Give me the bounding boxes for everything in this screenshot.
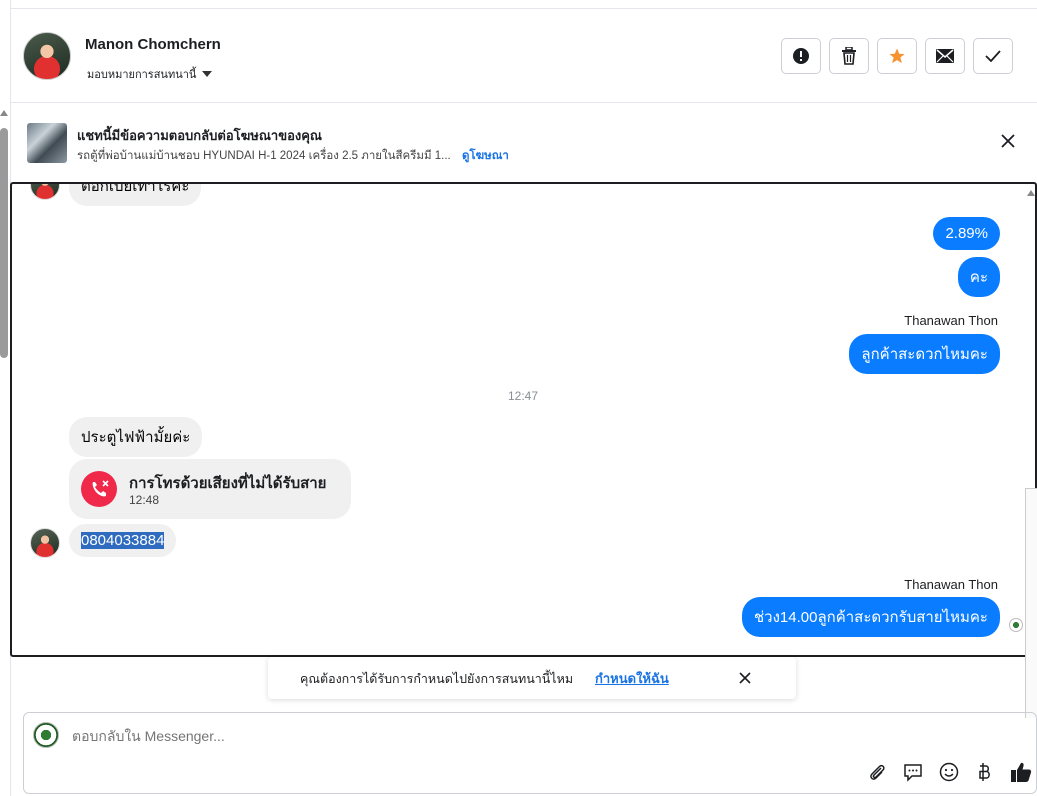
contact-avatar[interactable]	[23, 32, 71, 80]
assign-to-me-link[interactable]: กำหนดให้ฉัน	[595, 668, 669, 689]
contact-name[interactable]: Manon Chomchern	[85, 36, 221, 53]
missed-call-card[interactable]: การโทรด้วยเสียงที่ไม่ได้รับสาย 12:48	[69, 459, 351, 519]
scroll-up-arrow-icon[interactable]	[1027, 190, 1035, 196]
attach-button[interactable]	[866, 761, 888, 783]
message-bubble-incoming[interactable]: 0804033884	[69, 524, 177, 557]
missed-call-time: 12:48	[129, 493, 160, 507]
ad-description: รถตู้ที่พ่อบ้านแม่บ้านชอบ HYUNDAI H-1 20…	[77, 150, 451, 162]
close-icon[interactable]	[738, 671, 752, 685]
contact-avatar-small	[30, 184, 60, 200]
check-icon	[985, 50, 1001, 62]
assign-suggestion-toast: คุณต้องการได้รับการกำหนดไปยังการสนทนานี้…	[268, 657, 796, 699]
composer-tools	[866, 761, 1032, 783]
chat-bubble-icon	[904, 764, 922, 782]
message-timestamp: 12:47	[508, 389, 539, 403]
message-bubble-outgoing[interactable]: ช่วง14.00ลูกค้าสะดวกรับสายไหมคะ	[741, 597, 1000, 637]
star-button[interactable]	[877, 38, 917, 74]
mark-unread-button[interactable]	[925, 38, 965, 74]
message-bubble-incoming[interactable]: ประตูไฟฟ้ามั้ยค่ะ	[69, 417, 203, 457]
thumbs-up-icon	[1011, 762, 1032, 782]
baht-icon	[979, 763, 990, 781]
assign-label: มอบหมายการสนทนานี้	[87, 69, 197, 81]
emoji-icon	[939, 762, 959, 782]
message-bubble-incoming[interactable]: ต่อกเบยเทาไรคะ	[69, 184, 202, 206]
missed-call-title: การโทรด้วยเสียงที่ไม่ได้รับสาย	[129, 475, 327, 492]
sender-name: Thanawan Thon	[904, 577, 998, 592]
message-bubble-outgoing[interactable]: คะ	[957, 257, 1000, 297]
missed-call-icon	[81, 471, 117, 507]
emoji-button[interactable]	[938, 761, 960, 783]
saved-replies-button[interactable]	[902, 761, 924, 783]
star-icon	[889, 48, 905, 64]
caret-down-icon	[202, 71, 213, 77]
ad-thumbnail[interactable]	[27, 123, 67, 163]
assign-conversation-dropdown[interactable]: มอบหมายการสนทนานี้	[87, 65, 213, 83]
message-bubble-outgoing[interactable]: 2.89%	[933, 217, 1000, 250]
scroll-up-arrow-icon[interactable]	[0, 110, 8, 116]
message-thread[interactable]: ต่อกเบยเทาไรคะ 2.89% คะ Thanawan Thon ลู…	[10, 182, 1037, 657]
close-icon[interactable]	[999, 132, 1017, 150]
exclamation-icon	[793, 48, 809, 64]
phone-number-text[interactable]: 0804033884	[81, 532, 165, 549]
mail-icon	[936, 49, 954, 63]
reply-composer	[23, 712, 1037, 794]
mark-done-button[interactable]	[973, 38, 1013, 74]
contact-avatar-small	[30, 528, 60, 558]
ad-banner-subtitle: รถตู้ที่พ่อบ้านแม่บ้านชอบ HYUNDAI H-1 20…	[77, 147, 509, 165]
like-button[interactable]	[1010, 761, 1032, 783]
page-avatar	[33, 722, 59, 748]
toast-message: คุณต้องการได้รับการกำหนดไปยังการสนทนานี้…	[300, 672, 574, 686]
delete-button[interactable]	[829, 38, 869, 74]
conversation-header: Manon Chomchern มอบหมายการสนทนานี้	[10, 9, 1037, 103]
reply-input[interactable]	[72, 728, 672, 744]
read-receipt-avatar	[1009, 618, 1023, 632]
sender-name: Thanawan Thon	[904, 313, 998, 328]
side-panel-edge	[1025, 488, 1037, 718]
payment-button[interactable]	[974, 761, 996, 783]
ad-banner-title: แชทนี้มีข้อความตอบกลับต่อโฆษณาของคุณ	[77, 128, 322, 143]
left-scrollbar[interactable]	[0, 110, 8, 360]
paperclip-icon	[870, 764, 885, 780]
header-actions	[781, 38, 1013, 74]
inbox-conversation-view: Manon Chomchern มอบหมายการสนทนานี้ แชทนี…	[0, 0, 1037, 796]
message-bubble-outgoing[interactable]: ลูกค้าสะดวกไหมคะ	[849, 334, 1000, 374]
trash-icon	[842, 47, 856, 65]
ad-reply-banner: แชทนี้มีข้อความตอบกลับต่อโฆษณาของคุณ รถต…	[10, 104, 1037, 182]
mark-spam-button[interactable]	[781, 38, 821, 74]
scrollbar-thumb[interactable]	[0, 128, 8, 358]
view-ad-link[interactable]: ดูโฆษณา	[462, 150, 509, 162]
